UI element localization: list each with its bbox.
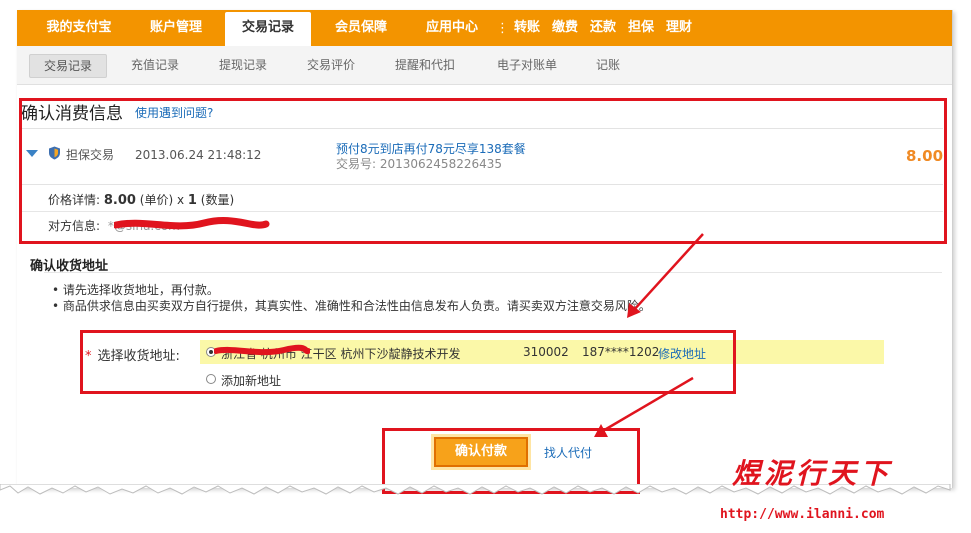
arrow-1 xyxy=(632,233,704,312)
watermark-text: 煜泥行天下 xyxy=(732,457,893,490)
arrow-2 xyxy=(600,376,694,434)
watermark: 煜泥行天下 http://www.ilanni.com xyxy=(720,452,893,522)
watermark-url: http://www.ilanni.com xyxy=(720,507,885,522)
